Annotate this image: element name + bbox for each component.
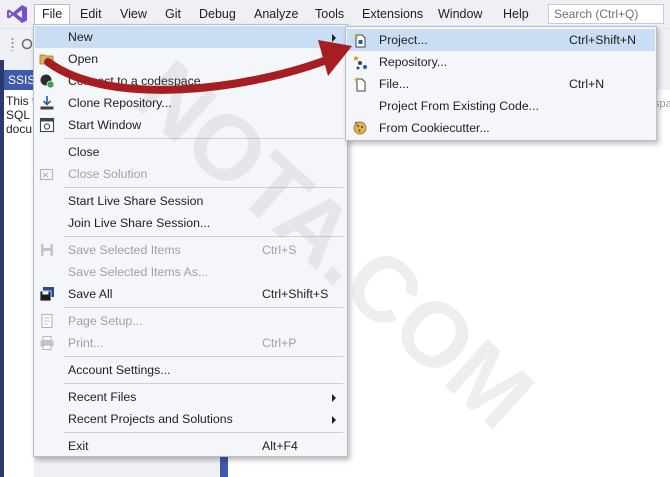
menu-item-shortcut: Ctrl+S — [262, 243, 297, 257]
submenu-arrow-icon — [332, 56, 336, 64]
new-project-icon — [354, 33, 366, 48]
menu-git[interactable]: Git — [158, 4, 188, 24]
menu-item-page-setup[interactable]: Page Setup... — [35, 310, 346, 332]
menu-item-new[interactable]: New — [35, 26, 346, 48]
menu-item-label: Open — [68, 52, 99, 66]
document-line: This t — [6, 94, 34, 108]
menu-item-label: Join Live Share Session... — [68, 216, 211, 230]
menu-file[interactable]: File — [34, 4, 71, 24]
menu-item-exit[interactable]: Exit Alt+F4 — [35, 435, 346, 457]
visual-studio-logo-icon — [7, 5, 27, 23]
submenu-item-project-from-existing-code[interactable]: Project From Existing Code... — [347, 95, 655, 117]
new-submenu: Project... Ctrl+Shift+N Repository... Fi… — [345, 26, 657, 141]
menu-item-shortcut: Alt+F4 — [262, 439, 298, 453]
submenu-item-label: Project... — [379, 33, 428, 47]
menu-item-label: Save Selected Items As... — [68, 265, 209, 279]
menu-item-shortcut: Ctrl+Shift+S — [262, 287, 329, 301]
menu-item-start-window[interactable]: Start Window — [35, 114, 346, 136]
print-icon — [40, 336, 54, 350]
open-icon — [39, 54, 54, 65]
menu-item-label: Save All — [68, 287, 113, 301]
menu-item-save-selected[interactable]: Save Selected Items Ctrl+S — [35, 239, 346, 261]
submenu-item-shortcut: Ctrl+N — [569, 77, 605, 91]
menu-item-recent-projects[interactable]: Recent Projects and Solutions — [35, 408, 346, 430]
menu-edit[interactable]: Edit — [73, 4, 109, 24]
menu-item-shortcut: Ctrl+P — [262, 336, 297, 350]
cookiecutter-icon — [353, 121, 367, 135]
menu-item-label: Recent Projects and Solutions — [68, 412, 233, 426]
menu-item-label: Close — [68, 145, 100, 159]
document-body: This t SQL S docu — [4, 90, 34, 477]
submenu-arrow-icon — [332, 416, 336, 424]
clone-repository-icon — [40, 96, 54, 110]
menu-item-label: Start Live Share Session — [68, 194, 204, 208]
menu-item-label: Account Settings... — [68, 363, 171, 377]
menu-item-close-solution[interactable]: Close Solution — [35, 163, 346, 185]
page-setup-icon — [41, 313, 53, 329]
visual-studio-window: File Edit View Git Debug Analyze Tools E… — [0, 0, 670, 477]
submenu-item-file[interactable]: File... Ctrl+N — [347, 73, 655, 95]
menu-item-account-settings[interactable]: Account Settings... — [35, 359, 346, 381]
repository-icon — [353, 55, 367, 70]
file-menu: New Open Connect to a codespace Clone Re… — [33, 24, 348, 457]
menu-separator — [64, 307, 343, 308]
toolbar-back-icon[interactable] — [21, 38, 33, 50]
menu-item-label: Recent Files — [68, 390, 137, 404]
menu-extensions[interactable]: Extensions — [355, 4, 430, 24]
menu-item-close[interactable]: Close — [35, 141, 346, 163]
menu-item-label: New — [68, 30, 93, 44]
menu-item-label: Connect to a codespace — [68, 74, 201, 88]
menu-separator — [64, 138, 343, 139]
menu-item-save-all[interactable]: Save All Ctrl+Shift+S — [35, 283, 346, 305]
menu-item-label: Exit — [68, 439, 89, 453]
submenu-item-from-cookiecutter[interactable]: From Cookiecutter... — [347, 117, 655, 139]
menu-item-label: Save Selected Items — [68, 243, 181, 257]
menu-tools[interactable]: Tools — [308, 4, 351, 24]
menu-debug[interactable]: Debug — [192, 4, 243, 24]
menu-item-connect-codespace[interactable]: Connect to a codespace — [35, 70, 346, 92]
menu-item-join-live-share[interactable]: Join Live Share Session... — [35, 212, 346, 234]
document-line: docu — [6, 122, 33, 136]
submenu-item-label: File... — [379, 77, 410, 91]
menu-item-start-live-share[interactable]: Start Live Share Session — [35, 190, 346, 212]
new-file-icon — [354, 77, 366, 92]
codespace-icon — [40, 74, 55, 89]
menu-item-label: Print... — [68, 336, 104, 350]
menu-item-label: Clone Repository... — [68, 96, 172, 110]
menu-separator — [64, 236, 343, 237]
save-icon — [41, 244, 53, 256]
menu-item-open[interactable]: Open — [35, 48, 346, 70]
submenu-item-label: Project From Existing Code... — [379, 99, 539, 113]
menu-window[interactable]: Window — [431, 4, 489, 24]
menu-view[interactable]: View — [113, 4, 154, 24]
close-solution-icon — [39, 168, 54, 181]
start-window-icon — [39, 117, 55, 133]
menu-separator — [64, 187, 343, 188]
document-line: SQL S — [6, 108, 34, 122]
search-input[interactable] — [548, 4, 664, 24]
menu-item-recent-files[interactable]: Recent Files — [35, 386, 346, 408]
menu-help[interactable]: Help — [496, 4, 536, 24]
submenu-item-project[interactable]: Project... Ctrl+Shift+N — [347, 29, 655, 51]
menu-item-clone-repository[interactable]: Clone Repository... — [35, 92, 346, 114]
menu-analyze[interactable]: Analyze — [247, 4, 305, 24]
save-all-icon — [39, 287, 54, 302]
submenu-item-repository[interactable]: Repository... — [347, 51, 655, 73]
submenu-item-label: From Cookiecutter... — [379, 121, 490, 135]
menu-item-print[interactable]: Print... Ctrl+P — [35, 332, 346, 354]
submenu-arrow-icon — [332, 34, 336, 42]
menu-separator — [64, 432, 343, 433]
toolbar-grip[interactable] — [11, 37, 14, 51]
submenu-arrow-icon — [332, 394, 336, 402]
submenu-item-label: Repository... — [379, 55, 448, 69]
submenu-item-shortcut: Ctrl+Shift+N — [569, 33, 636, 47]
menu-separator — [64, 383, 343, 384]
menu-item-label: Close Solution — [68, 167, 148, 181]
menu-item-label: Page Setup... — [68, 314, 143, 328]
menu-item-label: Start Window — [68, 118, 142, 132]
menu-item-save-selected-as[interactable]: Save Selected Items As... — [35, 261, 346, 283]
menu-separator — [64, 356, 343, 357]
